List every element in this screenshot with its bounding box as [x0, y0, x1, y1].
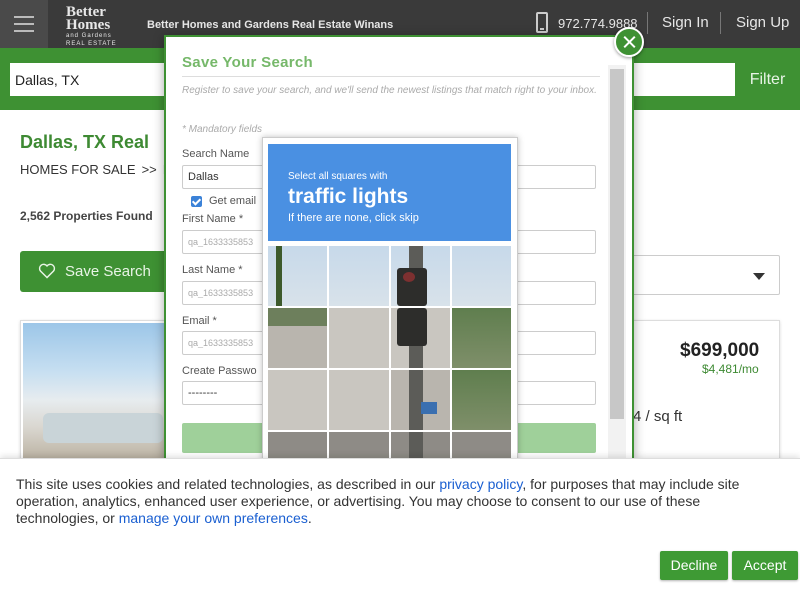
- decline-button[interactable]: Decline: [660, 551, 728, 580]
- logo-line-3: and Gardens: [66, 33, 112, 39]
- captcha-tile[interactable]: [268, 370, 328, 430]
- heart-icon: [38, 263, 56, 279]
- listing-price-per-sqft: 4 / sq ft: [633, 408, 683, 425]
- captcha-tile[interactable]: [390, 370, 450, 430]
- captcha-tile[interactable]: [451, 308, 511, 368]
- captcha-tile[interactable]: [268, 308, 328, 368]
- search-name-label: Search Name: [182, 148, 250, 160]
- save-search-label: Save Search: [65, 263, 151, 280]
- listing-monthly-payment: $4,481/mo: [702, 362, 759, 376]
- chevron-down-icon: [753, 273, 765, 280]
- captcha-tile[interactable]: [329, 308, 389, 368]
- captcha-skip-hint: If there are none, click skip: [288, 212, 419, 224]
- captcha-tile[interactable]: [451, 246, 511, 306]
- cookie-text-part: This site uses cookies and related techn…: [16, 476, 440, 492]
- breadcrumb-separator: >>: [141, 162, 157, 177]
- sign-up-link[interactable]: Sign Up: [736, 14, 789, 31]
- captcha-tile[interactable]: [451, 370, 511, 430]
- captcha-challenge: Select all squares with traffic lights I…: [262, 137, 518, 467]
- cookie-banner: This site uses cookies and related techn…: [0, 458, 800, 600]
- save-search-button[interactable]: Save Search: [20, 251, 170, 292]
- divider: [647, 12, 648, 34]
- password-label: Create Passwo: [182, 365, 257, 377]
- modal-title: Save Your Search: [182, 54, 313, 71]
- brand-name: Better Homes and Gardens Real Estate Win…: [147, 19, 394, 31]
- listing-price: $699,000: [680, 340, 760, 361]
- accept-button[interactable]: Accept: [732, 551, 798, 580]
- mandatory-note: * Mandatory fields: [182, 124, 263, 135]
- sign-in-link[interactable]: Sign In: [662, 14, 709, 31]
- captcha-header: Select all squares with traffic lights I…: [268, 144, 511, 241]
- listing-photo[interactable]: [23, 323, 183, 463]
- logo[interactable]: Better Homes and Gardens REAL ESTATE: [66, 5, 117, 48]
- captcha-tile[interactable]: [390, 308, 450, 368]
- cookie-text: This site uses cookies and related techn…: [16, 476, 786, 527]
- close-icon[interactable]: [614, 27, 644, 57]
- captcha-tile[interactable]: [329, 246, 389, 306]
- logo-subtitle: REAL ESTATE: [66, 41, 117, 47]
- get-email-checkbox[interactable]: [191, 196, 202, 207]
- phone-icon: [536, 12, 548, 33]
- captcha-tile[interactable]: [329, 370, 389, 430]
- captcha-target: traffic lights: [288, 185, 409, 208]
- get-email-label: Get email: [209, 195, 257, 207]
- manage-preferences-link[interactable]: manage your own preferences: [119, 510, 308, 526]
- divider: [182, 76, 600, 77]
- first-name-label: First Name *: [182, 213, 244, 225]
- modal-scrollbar[interactable]: [608, 65, 626, 458]
- privacy-policy-link[interactable]: privacy policy: [439, 476, 522, 492]
- email-label: Email *: [182, 315, 217, 327]
- divider: [720, 12, 721, 34]
- logo-line-2: Homes: [66, 17, 111, 33]
- filter-button[interactable]: Filter: [735, 63, 800, 96]
- captcha-image-grid: [268, 246, 511, 466]
- page-title: Dallas, TX Real: [20, 132, 150, 152]
- captcha-tile[interactable]: [390, 246, 450, 306]
- results-count: 2,562 Properties Found: [20, 209, 153, 223]
- captcha-tile[interactable]: [268, 246, 328, 306]
- modal-intro-text: Register to save your search, and we'll …: [182, 85, 597, 96]
- cookie-text-part: .: [307, 510, 312, 526]
- last-name-label: Last Name *: [182, 264, 243, 276]
- captcha-instruction: Select all squares with: [288, 171, 388, 182]
- hamburger-menu-icon[interactable]: [0, 0, 48, 48]
- breadcrumb-homes-for-sale[interactable]: HOMES FOR SALE: [20, 162, 136, 177]
- breadcrumb: HOMES FOR SALE>>I: [20, 162, 166, 177]
